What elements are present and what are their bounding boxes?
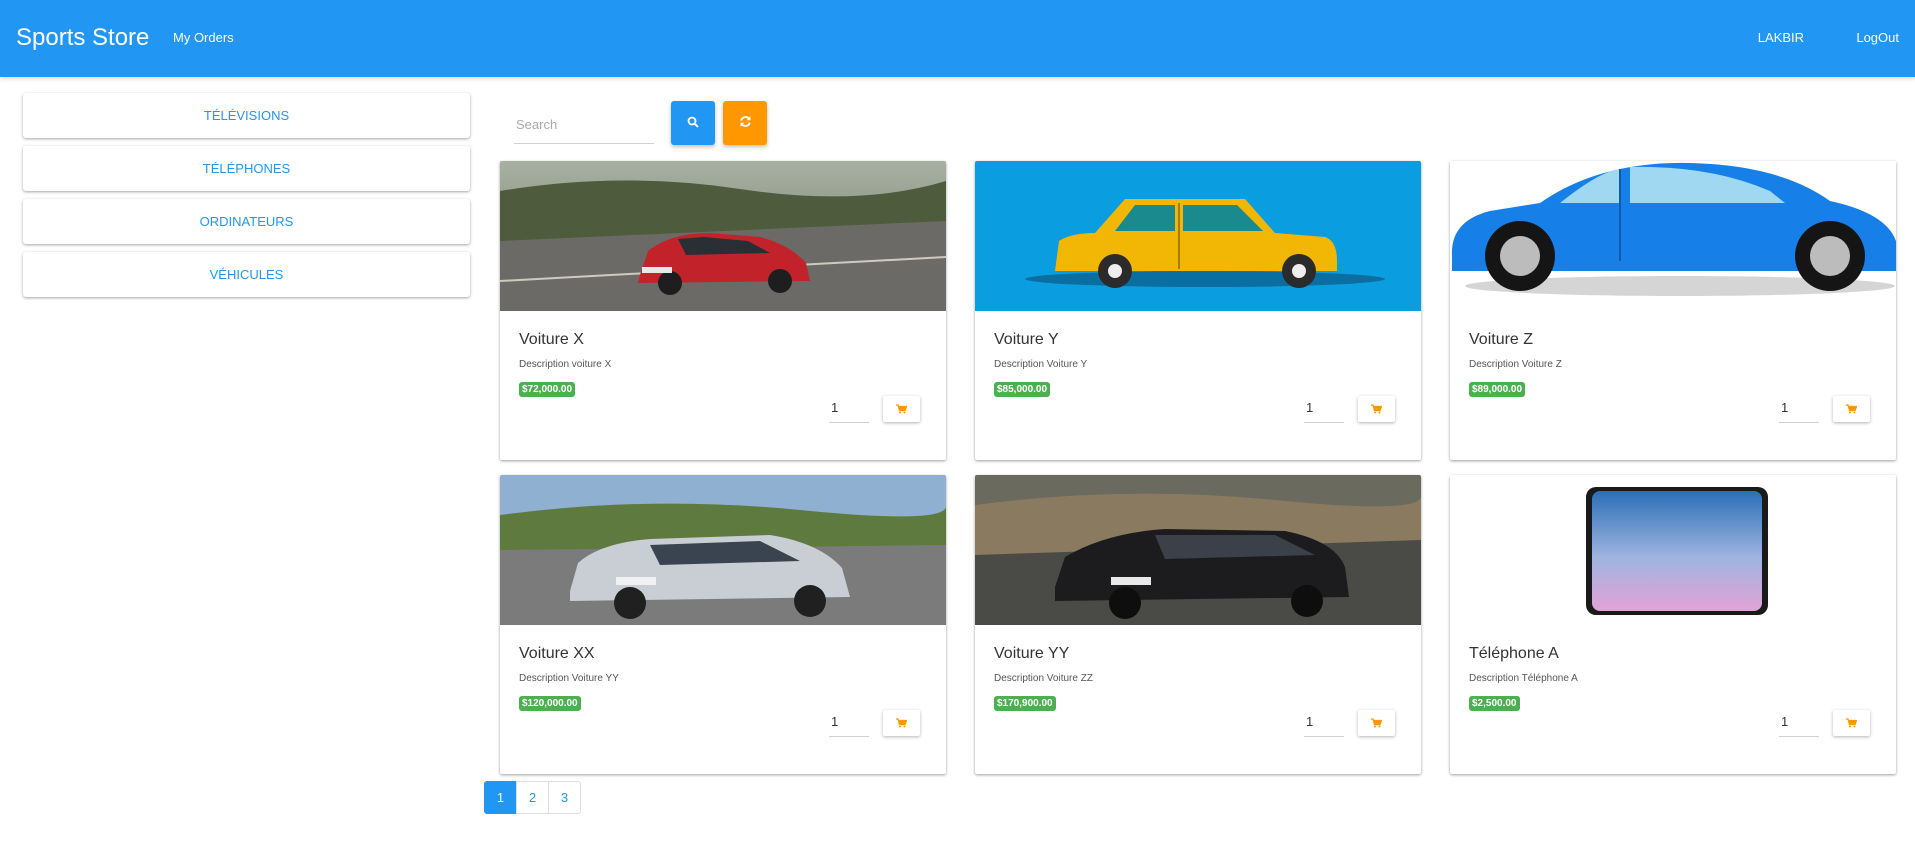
product-description: Description Téléphone A: [1469, 673, 1578, 684]
silver-car-photo: [500, 475, 946, 625]
quantity-input[interactable]: [829, 707, 869, 737]
product-title: Voiture YY: [994, 645, 1070, 662]
add-to-cart-button[interactable]: [1833, 396, 1870, 422]
black-car-photo: [975, 475, 1421, 625]
add-to-cart-button[interactable]: [883, 710, 920, 736]
cart-icon: [1846, 402, 1858, 417]
user-link[interactable]: LAKBIR: [1758, 30, 1804, 45]
price-badge: $2,500.00: [1469, 696, 1520, 711]
product-description: Description Voiture Y: [994, 359, 1088, 370]
price-badge: $72,000.00: [519, 382, 576, 397]
blue-car-illustration: [1450, 161, 1896, 311]
cart-icon: [896, 402, 908, 417]
product-card: Voiture Y Description Voiture Y $85,000.…: [975, 161, 1421, 460]
quantity-input[interactable]: [1304, 707, 1344, 737]
quantity-input[interactable]: [829, 393, 869, 423]
product-description: Description Voiture YY: [519, 673, 619, 684]
search-icon: [687, 116, 699, 131]
price-badge: $120,000.00: [519, 696, 581, 711]
product-card: Voiture Z Description Voiture Z $89,000.…: [1450, 161, 1896, 460]
my-orders-link[interactable]: My Orders: [173, 30, 234, 45]
page-2-button[interactable]: 2: [516, 781, 549, 814]
cart-icon: [1371, 402, 1383, 417]
page-1-button[interactable]: 1: [484, 781, 517, 814]
search-input[interactable]: [514, 106, 654, 144]
product-description: Description Voiture ZZ: [994, 673, 1093, 684]
product-title: Voiture X: [519, 331, 584, 348]
price-badge: $85,000.00: [994, 382, 1051, 397]
price-badge: $89,000.00: [1469, 382, 1526, 397]
add-to-cart-button[interactable]: [883, 396, 920, 422]
pagination: 1 2 3: [484, 781, 581, 814]
logout-link[interactable]: LogOut: [1856, 30, 1899, 45]
brand-logo[interactable]: Sports Store: [16, 24, 149, 52]
price-badge: $170,900.00: [994, 696, 1056, 711]
category-telephones-button[interactable]: TÉLÉPHONES: [23, 146, 470, 191]
product-title: Voiture Y: [994, 331, 1059, 348]
quantity-input[interactable]: [1304, 393, 1344, 423]
product-card: Téléphone A Description Téléphone A $2,5…: [1450, 475, 1896, 774]
quantity-input[interactable]: [1779, 707, 1819, 737]
product-card: Voiture XX Description Voiture YY $120,0…: [500, 475, 946, 774]
product-card: Voiture X Description voiture X $72,000.…: [500, 161, 946, 460]
smartphone-photo: [1450, 475, 1896, 625]
category-sidebar: TÉLÉVISIONS TÉLÉPHONES ORDINATEURS VÉHIC…: [23, 93, 470, 305]
search-button[interactable]: [671, 101, 715, 145]
category-ordinateurs-button[interactable]: ORDINATEURS: [23, 199, 470, 244]
yellow-car-illustration: [975, 161, 1421, 311]
category-televisions-button[interactable]: TÉLÉVISIONS: [23, 93, 470, 138]
cart-icon: [1371, 716, 1383, 731]
refresh-icon: [739, 115, 752, 131]
product-title: Voiture XX: [519, 645, 595, 662]
product-title: Voiture Z: [1469, 331, 1534, 348]
top-navbar: Sports Store My Orders LAKBIR LogOut: [0, 0, 1915, 77]
product-description: Description Voiture Z: [1469, 359, 1562, 370]
add-to-cart-button[interactable]: [1833, 710, 1870, 736]
add-to-cart-button[interactable]: [1358, 396, 1395, 422]
product-description: Description voiture X: [519, 359, 612, 370]
red-car-photo: [500, 161, 946, 311]
category-vehicules-button[interactable]: VÉHICULES: [23, 252, 470, 297]
add-to-cart-button[interactable]: [1358, 710, 1395, 736]
product-card: Voiture YY Description Voiture ZZ $170,9…: [975, 475, 1421, 774]
product-title: Téléphone A: [1469, 645, 1559, 662]
refresh-button[interactable]: [723, 101, 767, 145]
quantity-input[interactable]: [1779, 393, 1819, 423]
cart-icon: [896, 716, 908, 731]
cart-icon: [1846, 716, 1858, 731]
page-3-button[interactable]: 3: [548, 781, 581, 814]
